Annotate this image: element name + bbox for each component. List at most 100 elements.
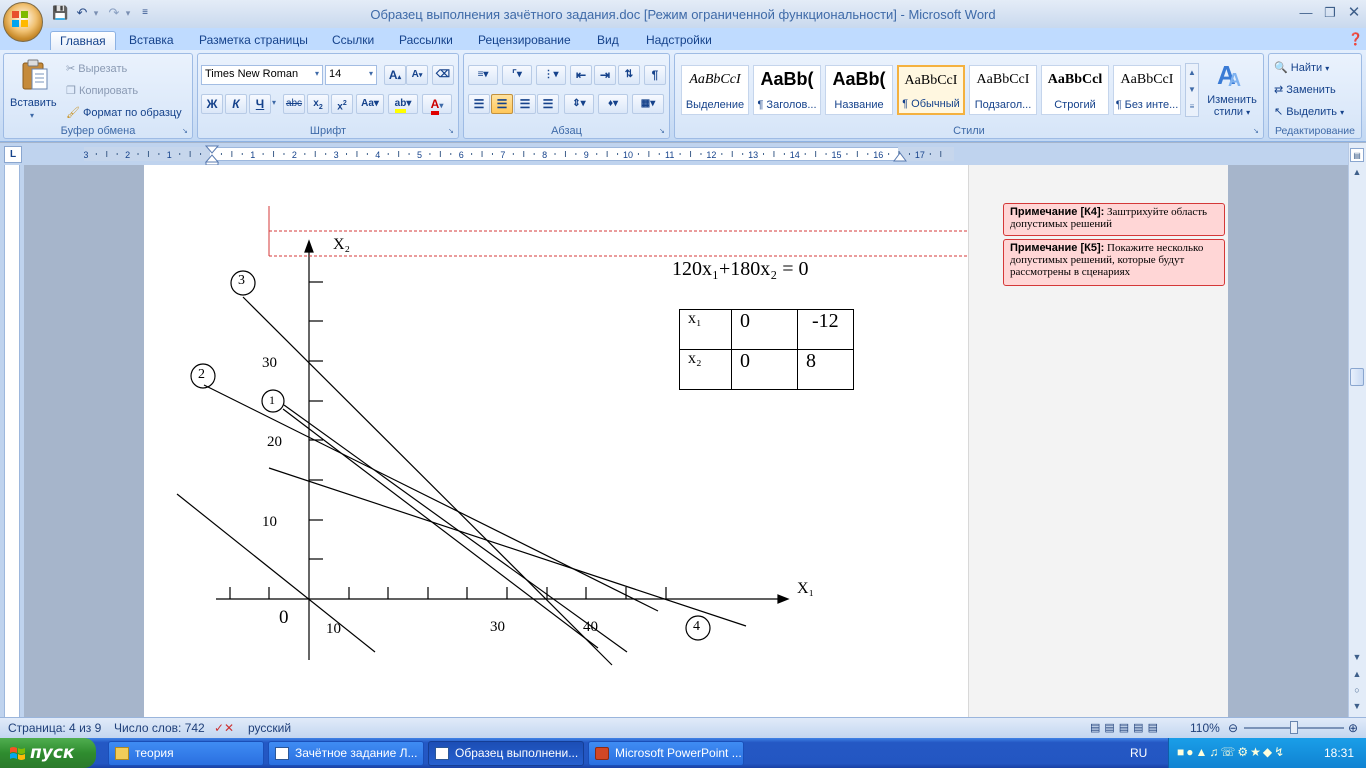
- align-right-button[interactable]: ☰: [514, 94, 536, 114]
- ruler-toggle-icon[interactable]: ▤: [1350, 148, 1364, 162]
- paragraph-launcher-icon[interactable]: ↘: [659, 128, 667, 136]
- highlight-button[interactable]: ab▾: [388, 94, 418, 114]
- proofing-icon[interactable]: ✓✕: [214, 721, 234, 735]
- view-buttons[interactable]: ▤▤▤▤▤: [1090, 721, 1162, 734]
- help-icon[interactable]: ❓: [1348, 32, 1363, 46]
- underline-button[interactable]: Ч: [249, 94, 271, 114]
- clipboard-launcher-icon[interactable]: ↘: [182, 128, 190, 136]
- tab-selector-button[interactable]: L: [4, 146, 22, 163]
- zoom-in-icon[interactable]: ⊕: [1348, 721, 1358, 735]
- zoom-slider-thumb[interactable]: [1290, 721, 1298, 734]
- line-spacing-button[interactable]: ⇕▾: [564, 94, 594, 114]
- right-indent-marker-icon[interactable]: [893, 150, 907, 162]
- select-button[interactable]: ↖ Выделить ▾: [1274, 105, 1344, 118]
- style-tile[interactable]: AaBb(Название: [825, 65, 893, 115]
- next-page-icon[interactable]: ▼: [1350, 699, 1364, 713]
- multilevel-list-button[interactable]: ⋮▾: [536, 65, 566, 85]
- scroll-thumb[interactable]: [1350, 368, 1364, 386]
- comment-balloon[interactable]: Примечание [К5]: Покажите несколько допу…: [1003, 239, 1225, 286]
- tab-insert[interactable]: Вставка: [120, 31, 183, 50]
- scroll-up-icon[interactable]: ▲: [1350, 165, 1364, 179]
- replace-button[interactable]: ⇄ Заменить: [1274, 83, 1336, 96]
- zoom-out-icon[interactable]: ⊖: [1228, 721, 1238, 735]
- page-count[interactable]: Страница: 4 из 9: [8, 721, 101, 735]
- justify-button[interactable]: ☰: [537, 94, 559, 114]
- redo-dropdown-icon[interactable]: ▾: [120, 5, 136, 21]
- undo-dropdown-icon[interactable]: ▾: [88, 5, 104, 21]
- align-center-button[interactable]: ☰: [491, 94, 513, 114]
- comment-balloon[interactable]: Примечание [К4]: Заштрихуйте область доп…: [1003, 203, 1225, 236]
- vertical-scrollbar[interactable]: [1348, 143, 1366, 717]
- word-count[interactable]: Число слов: 742: [114, 721, 205, 735]
- vertical-ruler[interactable]: [4, 165, 20, 717]
- taskbar-item-word-1[interactable]: Зачётное задание Л...: [268, 741, 424, 766]
- paste-dropdown-icon[interactable]: ▾: [30, 111, 34, 120]
- clock[interactable]: 18:31: [1324, 746, 1354, 760]
- style-tile[interactable]: AaBbCcI Подзагол...: [969, 65, 1037, 115]
- numbering-button[interactable]: ⌜▾: [502, 65, 532, 85]
- style-tile-selected[interactable]: AaBbCcI ¶ Обычный: [897, 65, 965, 115]
- find-button[interactable]: 🔍 Найти ▾: [1274, 61, 1329, 74]
- increase-indent-button[interactable]: ⇥: [594, 65, 616, 85]
- taskbar-item-word-2[interactable]: Образец выполнени...: [428, 741, 584, 766]
- borders-button[interactable]: ▦▾: [632, 94, 664, 114]
- taskbar-item-powerpoint[interactable]: Microsoft PowerPoint ...: [588, 741, 744, 766]
- save-icon[interactable]: 💾: [52, 5, 68, 21]
- change-case-button[interactable]: Aa▾: [356, 94, 384, 114]
- paste-button[interactable]: Вставить: [10, 97, 57, 109]
- bold-button[interactable]: Ж: [201, 94, 223, 114]
- font-color-button[interactable]: A▾: [422, 94, 452, 115]
- scroll-down-icon[interactable]: ▼: [1350, 650, 1364, 664]
- superscript-button[interactable]: x2: [331, 94, 353, 114]
- shading-button[interactable]: ♦▾: [598, 94, 628, 114]
- strikethrough-button[interactable]: abc: [283, 94, 305, 114]
- style-tile[interactable]: AaBb(¶ Заголов...: [753, 65, 821, 115]
- close-button[interactable]: ✕: [1342, 4, 1366, 22]
- customize-qat-icon[interactable]: ≡: [137, 5, 153, 21]
- styles-launcher-icon[interactable]: ↘: [1253, 128, 1261, 136]
- bullets-button[interactable]: ≡▾: [468, 65, 498, 85]
- taskbar-item-folder[interactable]: теория: [108, 741, 264, 766]
- font-launcher-icon[interactable]: ↘: [448, 128, 456, 136]
- tab-references[interactable]: Ссылки: [323, 31, 383, 50]
- table-cell[interactable]: x₂: [679, 349, 732, 390]
- shrink-font-button[interactable]: A▾: [406, 65, 428, 85]
- table-cell[interactable]: 8: [797, 349, 854, 390]
- maximize-button[interactable]: ❐: [1318, 4, 1342, 22]
- format-painter-button[interactable]: 🖌 Формат по образцу: [66, 106, 182, 119]
- keyboard-language[interactable]: RU: [1130, 746, 1147, 760]
- subscript-button[interactable]: x2: [307, 94, 329, 114]
- tab-view[interactable]: Вид: [588, 31, 628, 50]
- clear-format-button[interactable]: ⌫: [432, 65, 454, 85]
- table-cell[interactable]: 0: [731, 309, 798, 350]
- decrease-indent-button[interactable]: ⇤: [570, 65, 592, 85]
- sort-button[interactable]: ⇅: [618, 65, 640, 85]
- previous-page-icon[interactable]: ▲: [1350, 667, 1364, 681]
- browse-object-icon[interactable]: ○: [1350, 683, 1364, 697]
- zoom-level[interactable]: 110%: [1190, 721, 1220, 735]
- font-size-field[interactable]: 14 ▾: [325, 65, 377, 85]
- style-tile[interactable]: AaBbCcI ¶ Без инте...: [1113, 65, 1181, 115]
- table-cell[interactable]: -12: [797, 309, 854, 350]
- tray-icons[interactable]: ■●▲♫☏⚙★◆↯: [1177, 745, 1286, 759]
- style-tile[interactable]: AaBbCcl Строгий: [1041, 65, 1109, 115]
- align-left-button[interactable]: ☰: [468, 94, 490, 114]
- tab-review[interactable]: Рецензирование: [469, 31, 580, 50]
- show-marks-button[interactable]: ¶: [644, 65, 666, 85]
- copy-button[interactable]: ❐ Копировать: [66, 84, 138, 97]
- styles-scroll[interactable]: ▲ ▼ ≡: [1185, 63, 1199, 117]
- font-name-field[interactable]: Times New Roman ▾: [201, 65, 323, 85]
- change-styles-button[interactable]: Изменить стили ▾: [1206, 94, 1258, 119]
- indent-marker-icon[interactable]: [205, 145, 219, 165]
- language-indicator[interactable]: русский: [248, 721, 291, 735]
- grow-font-button[interactable]: A▴: [384, 65, 406, 85]
- tab-page-layout[interactable]: Разметка страницы: [190, 31, 317, 50]
- tab-mailings[interactable]: Рассылки: [390, 31, 462, 50]
- underline-dropdown-icon[interactable]: ▾: [272, 98, 276, 107]
- tab-addins[interactable]: Надстройки: [637, 31, 721, 50]
- tab-home[interactable]: Главная: [50, 31, 116, 50]
- table-cell[interactable]: 0: [731, 349, 798, 390]
- table-cell[interactable]: x₁: [679, 309, 732, 350]
- style-tile[interactable]: AaBbCcI Выделение: [681, 65, 749, 115]
- italic-button[interactable]: К: [225, 94, 247, 114]
